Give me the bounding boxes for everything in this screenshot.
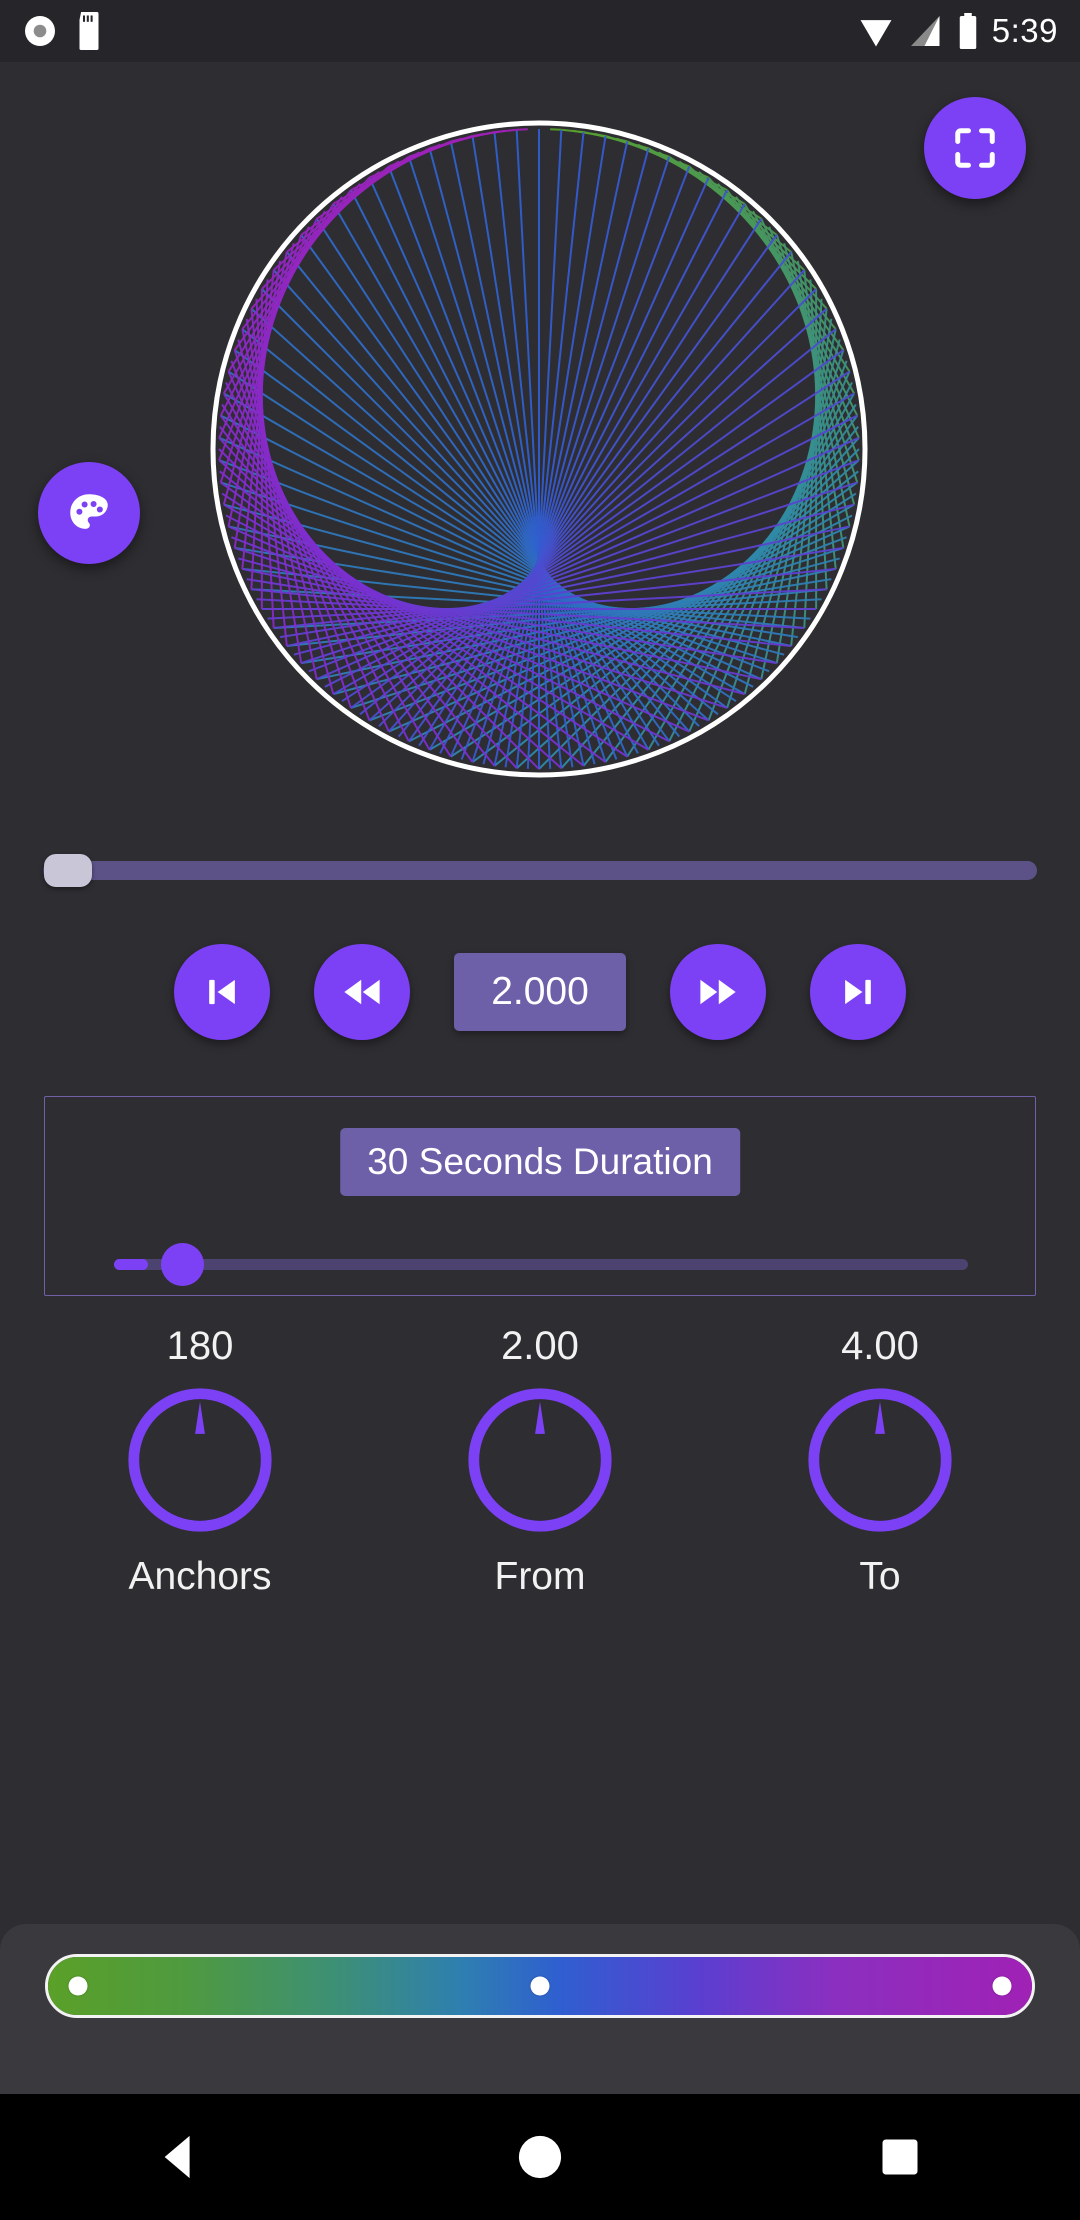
knob-anchors-label: Anchors <box>128 1555 272 1598</box>
fast-forward-icon <box>700 979 736 1005</box>
knob-from[interactable]: 2.00 From <box>435 1318 645 1599</box>
gradient-bar[interactable] <box>45 1954 1035 2018</box>
app-screen: 5:39 2.000 30 Seconds Duration 180 Ancho… <box>0 0 1080 2220</box>
status-bar-right-icons: 5:39 <box>857 12 1058 50</box>
gradient-stop-handle[interactable] <box>530 1976 550 1996</box>
duration-label[interactable]: 30 Seconds Duration <box>340 1128 740 1196</box>
fast-forward-button[interactable] <box>670 944 766 1040</box>
palette-icon <box>70 494 108 529</box>
fullscreen-icon <box>955 128 995 168</box>
skip-next-button[interactable] <box>810 944 906 1040</box>
duration-slider[interactable] <box>114 1243 968 1286</box>
palette-button[interactable] <box>38 462 140 564</box>
knob-to-label: To <box>859 1555 901 1598</box>
fullscreen-button[interactable] <box>924 97 1026 199</box>
recents-icon <box>882 2139 918 2175</box>
status-bar-clock: 5:39 <box>991 12 1058 49</box>
knob-anchors[interactable]: 180 Anchors <box>95 1318 305 1599</box>
status-bar-left-icons <box>22 12 104 50</box>
cellular-signal-icon <box>910 16 940 46</box>
duration-slider-fill <box>114 1259 149 1270</box>
seek-thumb[interactable] <box>44 854 92 887</box>
nav-back-button[interactable] <box>110 2094 250 2220</box>
knob-from-dial[interactable] <box>463 1383 617 1537</box>
duration-card: 30 Seconds Duration <box>44 1096 1036 1296</box>
battery-icon <box>959 13 977 49</box>
wifi-icon <box>860 20 892 47</box>
duration-slider-thumb[interactable] <box>161 1243 205 1286</box>
sd-card-icon <box>79 12 99 50</box>
knob-to-dial[interactable] <box>803 1383 957 1537</box>
gradient-stop-handle[interactable] <box>68 1976 88 1996</box>
knob-anchors-value: 180 <box>166 1324 234 1368</box>
android-navigation-bar <box>0 2094 1080 2220</box>
rewind-icon <box>344 979 380 1005</box>
home-icon <box>518 2135 562 2179</box>
skip-previous-button[interactable] <box>174 944 270 1040</box>
parameter-knobs: 180 Anchors 2.00 From 4.00 To <box>0 1318 1080 1718</box>
status-bar: 5:39 <box>0 0 1080 62</box>
gradient-stop-handle[interactable] <box>992 1976 1012 1996</box>
knob-to[interactable]: 4.00 To <box>775 1318 985 1599</box>
knob-from-label: From <box>494 1555 586 1598</box>
nav-recents-button[interactable] <box>830 2094 970 2220</box>
knob-from-value: 2.00 <box>501 1324 579 1368</box>
seek-track[interactable] <box>43 861 1037 880</box>
record-icon <box>25 16 55 46</box>
rewind-button[interactable] <box>314 944 410 1040</box>
skip-next-icon <box>845 979 871 1005</box>
nav-home-button[interactable] <box>470 2094 610 2220</box>
gradient-editor-panel <box>0 1924 1080 2094</box>
back-icon <box>164 2135 190 2179</box>
playback-seek-bar[interactable] <box>0 848 1080 892</box>
knob-to-value: 4.00 <box>841 1324 919 1368</box>
transport-controls: 2.000 <box>0 934 1080 1050</box>
knob-anchors-dial[interactable] <box>123 1383 277 1537</box>
string-art-canvas[interactable] <box>0 62 1080 802</box>
duration-slider-track[interactable] <box>114 1259 968 1270</box>
string-art-visualization[interactable] <box>0 62 1080 802</box>
speed-value-field[interactable]: 2.000 <box>454 953 626 1031</box>
skip-previous-icon <box>209 979 235 1005</box>
